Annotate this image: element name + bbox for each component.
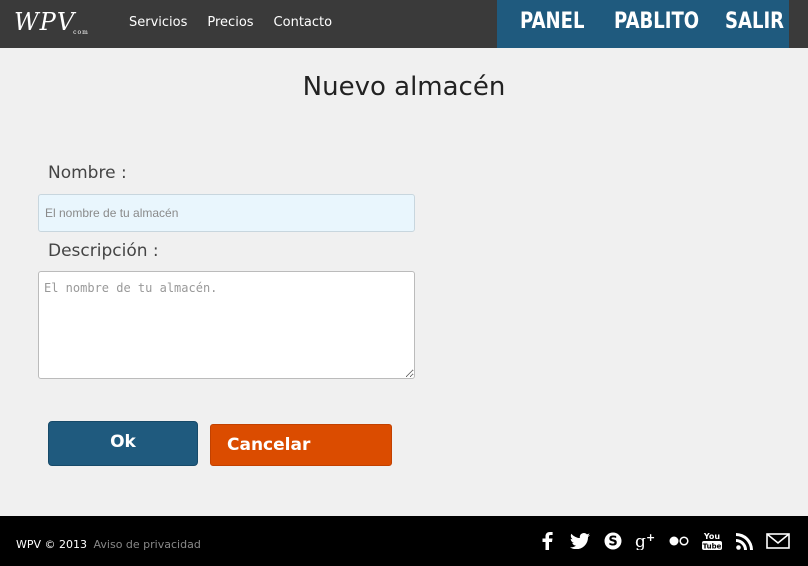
user-link[interactable]: PABLITO	[614, 9, 699, 34]
svg-text:+: +	[646, 532, 655, 544]
nav-servicios[interactable]: Servicios	[129, 15, 187, 30]
name-input[interactable]	[38, 194, 415, 232]
page-title: Nuevo almacén	[302, 72, 506, 102]
cancel-button[interactable]: Cancelar	[210, 424, 392, 466]
youtube-icon[interactable]: You Tube	[695, 530, 728, 552]
ok-button[interactable]: Ok	[48, 421, 198, 466]
nav-precios[interactable]: Precios	[207, 15, 253, 30]
flickr-icon[interactable]	[662, 530, 695, 552]
twitter-icon[interactable]	[563, 530, 596, 552]
logo-suffix: com	[73, 29, 89, 36]
nav-contacto[interactable]: Contacto	[274, 15, 333, 30]
social-links: S g + You Tube	[530, 530, 794, 552]
logout-link[interactable]: SALIR	[725, 9, 784, 34]
facebook-icon[interactable]	[530, 530, 563, 552]
svg-text:Tube: Tube	[702, 543, 721, 551]
panel-link[interactable]: PANEL	[520, 9, 584, 34]
top-navbar: WPVcom Servicios Precios Contacto PANEL …	[0, 0, 808, 48]
footer: WPV © 2013 Aviso de privacidad S g + You T…	[0, 516, 808, 566]
svg-text:g: g	[635, 532, 646, 550]
rss-icon[interactable]	[728, 530, 761, 552]
footer-copyright: WPV © 2013 Aviso de privacidad	[16, 538, 201, 551]
mail-icon[interactable]	[761, 530, 794, 552]
main-nav: Servicios Precios Contacto	[129, 15, 332, 30]
description-textarea[interactable]	[38, 271, 415, 379]
svg-text:You: You	[702, 532, 720, 541]
svg-text:S: S	[608, 535, 617, 550]
copyright-text: WPV © 2013	[16, 538, 88, 551]
description-label: Descripción :	[48, 241, 159, 261]
logo-text: WPV	[14, 8, 76, 36]
google-plus-icon[interactable]: g +	[629, 530, 662, 552]
privacy-link[interactable]: Aviso de privacidad	[94, 538, 201, 551]
name-label: Nombre :	[48, 163, 127, 183]
user-menu: PANEL PABLITO SALIR	[497, 0, 789, 48]
logo[interactable]: WPVcom	[14, 8, 89, 36]
skype-icon[interactable]: S	[596, 530, 629, 552]
